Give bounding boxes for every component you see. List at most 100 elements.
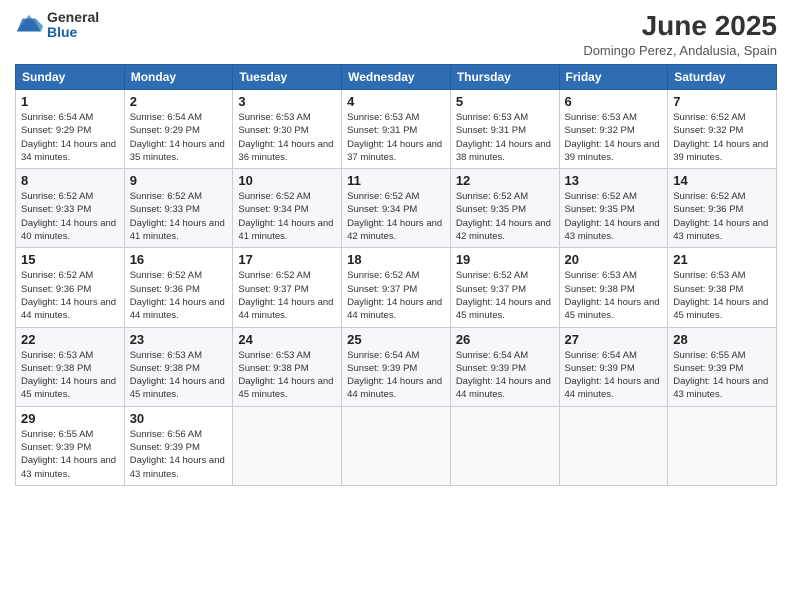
- day-info: Sunrise: 6:54 AMSunset: 9:29 PMDaylight:…: [130, 111, 228, 164]
- day-number: 14: [673, 173, 771, 188]
- day-cell-18: 18 Sunrise: 6:52 AMSunset: 9:37 PMDaylig…: [342, 248, 451, 327]
- day-cell-16: 16 Sunrise: 6:52 AMSunset: 9:36 PMDaylig…: [124, 248, 233, 327]
- day-info: Sunrise: 6:54 AMSunset: 9:39 PMDaylight:…: [565, 349, 663, 402]
- day-cell-25: 25 Sunrise: 6:54 AMSunset: 9:39 PMDaylig…: [342, 327, 451, 406]
- day-number: 19: [456, 252, 554, 267]
- day-info: Sunrise: 6:53 AMSunset: 9:38 PMDaylight:…: [673, 269, 771, 322]
- day-cell-8: 8 Sunrise: 6:52 AMSunset: 9:33 PMDayligh…: [16, 169, 125, 248]
- month-title: June 2025: [583, 10, 777, 42]
- day-number: 6: [565, 94, 663, 109]
- week-row-5: 29 Sunrise: 6:55 AMSunset: 9:39 PMDaylig…: [16, 406, 777, 485]
- day-info: Sunrise: 6:52 AMSunset: 9:34 PMDaylight:…: [347, 190, 445, 243]
- day-cell-11: 11 Sunrise: 6:52 AMSunset: 9:34 PMDaylig…: [342, 169, 451, 248]
- page: General Blue June 2025 Domingo Perez, An…: [0, 0, 792, 612]
- day-cell-13: 13 Sunrise: 6:52 AMSunset: 9:35 PMDaylig…: [559, 169, 668, 248]
- day-number: 17: [238, 252, 336, 267]
- col-header-friday: Friday: [559, 65, 668, 90]
- day-number: 3: [238, 94, 336, 109]
- day-cell-14: 14 Sunrise: 6:52 AMSunset: 9:36 PMDaylig…: [668, 169, 777, 248]
- logo-general: General: [47, 10, 99, 25]
- day-number: 22: [21, 332, 119, 347]
- col-header-wednesday: Wednesday: [342, 65, 451, 90]
- logo-text: General Blue: [47, 10, 99, 41]
- day-cell-6: 6 Sunrise: 6:53 AMSunset: 9:32 PMDayligh…: [559, 90, 668, 169]
- day-cell-2: 2 Sunrise: 6:54 AMSunset: 9:29 PMDayligh…: [124, 90, 233, 169]
- location: Domingo Perez, Andalusia, Spain: [583, 43, 777, 58]
- col-header-saturday: Saturday: [668, 65, 777, 90]
- day-info: Sunrise: 6:53 AMSunset: 9:30 PMDaylight:…: [238, 111, 336, 164]
- col-header-sunday: Sunday: [16, 65, 125, 90]
- day-info: Sunrise: 6:52 AMSunset: 9:37 PMDaylight:…: [347, 269, 445, 322]
- day-number: 20: [565, 252, 663, 267]
- day-number: 9: [130, 173, 228, 188]
- day-cell-28: 28 Sunrise: 6:55 AMSunset: 9:39 PMDaylig…: [668, 327, 777, 406]
- day-cell-24: 24 Sunrise: 6:53 AMSunset: 9:38 PMDaylig…: [233, 327, 342, 406]
- day-cell-17: 17 Sunrise: 6:52 AMSunset: 9:37 PMDaylig…: [233, 248, 342, 327]
- day-number: 2: [130, 94, 228, 109]
- day-info: Sunrise: 6:52 AMSunset: 9:36 PMDaylight:…: [130, 269, 228, 322]
- day-info: Sunrise: 6:52 AMSunset: 9:37 PMDaylight:…: [456, 269, 554, 322]
- day-number: 26: [456, 332, 554, 347]
- day-cell-30: 30 Sunrise: 6:56 AMSunset: 9:39 PMDaylig…: [124, 406, 233, 485]
- week-row-4: 22 Sunrise: 6:53 AMSunset: 9:38 PMDaylig…: [16, 327, 777, 406]
- day-cell-10: 10 Sunrise: 6:52 AMSunset: 9:34 PMDaylig…: [233, 169, 342, 248]
- day-cell-15: 15 Sunrise: 6:52 AMSunset: 9:36 PMDaylig…: [16, 248, 125, 327]
- empty-cell: [559, 406, 668, 485]
- day-number: 11: [347, 173, 445, 188]
- day-cell-26: 26 Sunrise: 6:54 AMSunset: 9:39 PMDaylig…: [450, 327, 559, 406]
- day-info: Sunrise: 6:55 AMSunset: 9:39 PMDaylight:…: [21, 428, 119, 481]
- day-number: 7: [673, 94, 771, 109]
- day-number: 25: [347, 332, 445, 347]
- day-info: Sunrise: 6:53 AMSunset: 9:38 PMDaylight:…: [21, 349, 119, 402]
- day-cell-12: 12 Sunrise: 6:52 AMSunset: 9:35 PMDaylig…: [450, 169, 559, 248]
- day-info: Sunrise: 6:52 AMSunset: 9:33 PMDaylight:…: [21, 190, 119, 243]
- empty-cell: [450, 406, 559, 485]
- day-info: Sunrise: 6:52 AMSunset: 9:35 PMDaylight:…: [456, 190, 554, 243]
- header: General Blue June 2025 Domingo Perez, An…: [15, 10, 777, 58]
- day-cell-7: 7 Sunrise: 6:52 AMSunset: 9:32 PMDayligh…: [668, 90, 777, 169]
- day-info: Sunrise: 6:52 AMSunset: 9:33 PMDaylight:…: [130, 190, 228, 243]
- empty-cell: [668, 406, 777, 485]
- logo-icon: [15, 11, 43, 39]
- day-cell-3: 3 Sunrise: 6:53 AMSunset: 9:30 PMDayligh…: [233, 90, 342, 169]
- day-number: 30: [130, 411, 228, 426]
- day-number: 24: [238, 332, 336, 347]
- day-info: Sunrise: 6:53 AMSunset: 9:38 PMDaylight:…: [238, 349, 336, 402]
- day-info: Sunrise: 6:52 AMSunset: 9:32 PMDaylight:…: [673, 111, 771, 164]
- day-cell-19: 19 Sunrise: 6:52 AMSunset: 9:37 PMDaylig…: [450, 248, 559, 327]
- day-info: Sunrise: 6:52 AMSunset: 9:37 PMDaylight:…: [238, 269, 336, 322]
- day-info: Sunrise: 6:53 AMSunset: 9:32 PMDaylight:…: [565, 111, 663, 164]
- day-number: 15: [21, 252, 119, 267]
- day-number: 16: [130, 252, 228, 267]
- week-row-3: 15 Sunrise: 6:52 AMSunset: 9:36 PMDaylig…: [16, 248, 777, 327]
- day-info: Sunrise: 6:52 AMSunset: 9:34 PMDaylight:…: [238, 190, 336, 243]
- day-cell-27: 27 Sunrise: 6:54 AMSunset: 9:39 PMDaylig…: [559, 327, 668, 406]
- day-info: Sunrise: 6:53 AMSunset: 9:38 PMDaylight:…: [565, 269, 663, 322]
- day-cell-20: 20 Sunrise: 6:53 AMSunset: 9:38 PMDaylig…: [559, 248, 668, 327]
- day-cell-5: 5 Sunrise: 6:53 AMSunset: 9:31 PMDayligh…: [450, 90, 559, 169]
- day-cell-9: 9 Sunrise: 6:52 AMSunset: 9:33 PMDayligh…: [124, 169, 233, 248]
- day-info: Sunrise: 6:53 AMSunset: 9:31 PMDaylight:…: [347, 111, 445, 164]
- day-info: Sunrise: 6:54 AMSunset: 9:29 PMDaylight:…: [21, 111, 119, 164]
- day-number: 23: [130, 332, 228, 347]
- week-row-1: 1 Sunrise: 6:54 AMSunset: 9:29 PMDayligh…: [16, 90, 777, 169]
- day-cell-23: 23 Sunrise: 6:53 AMSunset: 9:38 PMDaylig…: [124, 327, 233, 406]
- calendar-header-row: SundayMondayTuesdayWednesdayThursdayFrid…: [16, 65, 777, 90]
- logo-blue: Blue: [47, 25, 99, 40]
- day-number: 21: [673, 252, 771, 267]
- logo: General Blue: [15, 10, 99, 41]
- day-number: 28: [673, 332, 771, 347]
- day-info: Sunrise: 6:52 AMSunset: 9:36 PMDaylight:…: [673, 190, 771, 243]
- day-number: 1: [21, 94, 119, 109]
- day-number: 4: [347, 94, 445, 109]
- day-info: Sunrise: 6:53 AMSunset: 9:31 PMDaylight:…: [456, 111, 554, 164]
- day-number: 13: [565, 173, 663, 188]
- day-info: Sunrise: 6:52 AMSunset: 9:35 PMDaylight:…: [565, 190, 663, 243]
- day-cell-21: 21 Sunrise: 6:53 AMSunset: 9:38 PMDaylig…: [668, 248, 777, 327]
- day-number: 10: [238, 173, 336, 188]
- calendar-table: SundayMondayTuesdayWednesdayThursdayFrid…: [15, 64, 777, 486]
- day-number: 5: [456, 94, 554, 109]
- day-number: 12: [456, 173, 554, 188]
- day-info: Sunrise: 6:52 AMSunset: 9:36 PMDaylight:…: [21, 269, 119, 322]
- col-header-thursday: Thursday: [450, 65, 559, 90]
